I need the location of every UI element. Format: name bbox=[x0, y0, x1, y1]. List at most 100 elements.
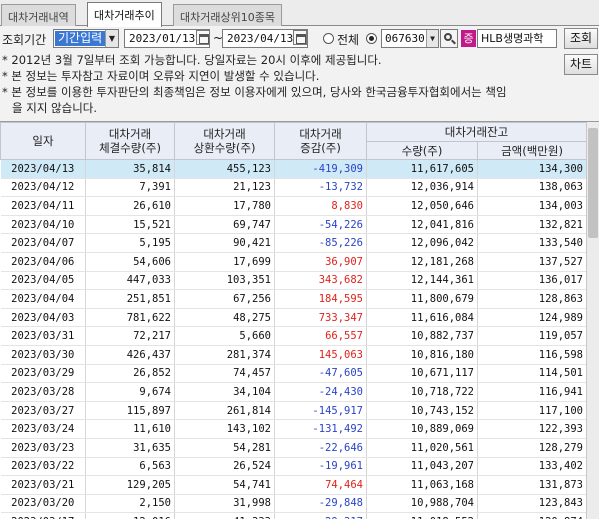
cell-balance-amount: 119,057 bbox=[477, 326, 588, 346]
cell-change: -85,226 bbox=[274, 233, 367, 253]
scope-all-radio[interactable] bbox=[323, 33, 334, 44]
calendar-icon[interactable] bbox=[293, 30, 307, 45]
query-toolbar: 조회기간 기간입력 ▼ 2023/01/13 ~ 2023/04/13 전체 0… bbox=[0, 27, 599, 51]
cell-date: 2023/04/13 bbox=[0, 159, 86, 179]
cell-change: 74,464 bbox=[274, 475, 367, 495]
cell-date: 2023/04/04 bbox=[0, 289, 86, 309]
cell-settle: 781,622 bbox=[85, 308, 175, 328]
cell-change: 8,830 bbox=[274, 196, 367, 216]
table-row[interactable]: 2023/04/10 15,521 69,747 -54,226 12,041,816 1… bbox=[0, 215, 588, 235]
cell-date: 2023/04/05 bbox=[0, 271, 86, 291]
cell-balance-amount: 116,598 bbox=[477, 345, 588, 365]
cell-settle: 251,851 bbox=[85, 289, 175, 309]
tab-lending-history[interactable]: 대차거래내역 bbox=[1, 4, 76, 26]
cell-balance-qty: 11,800,679 bbox=[366, 289, 478, 309]
tab-lending-top10[interactable]: 대차거래상위10종목 bbox=[173, 4, 282, 26]
cell-date: 2023/04/07 bbox=[0, 233, 86, 253]
cell-change: -419,309 bbox=[274, 159, 367, 179]
table-row[interactable]: 2023/03/31 72,217 5,660 66,557 10,882,737 119… bbox=[0, 326, 588, 346]
cell-balance-qty: 12,041,816 bbox=[366, 215, 478, 235]
stock-code-input[interactable]: 067630 ▼ bbox=[381, 29, 439, 48]
stock-search-button[interactable] bbox=[440, 29, 458, 48]
cell-balance-qty: 12,036,914 bbox=[366, 178, 478, 198]
cell-settle: 26,852 bbox=[85, 364, 175, 384]
cell-change: -29,848 bbox=[274, 494, 367, 514]
scope-stock-radio[interactable] bbox=[366, 33, 377, 44]
table-row[interactable]: 2023/04/11 26,610 17,780 8,830 12,050,646 134… bbox=[0, 196, 588, 216]
cell-date: 2023/03/23 bbox=[0, 438, 86, 458]
table-row[interactable]: 2023/04/05 447,033 103,351 343,682 12,144,36… bbox=[0, 271, 588, 291]
cell-settle: 7,391 bbox=[85, 178, 175, 198]
chart-button[interactable]: 차트 bbox=[564, 54, 598, 75]
cell-balance-amount: 128,863 bbox=[477, 289, 588, 309]
cell-repay: 54,741 bbox=[174, 475, 275, 495]
table-row[interactable]: 2023/04/06 54,606 17,699 36,907 12,181,268 13… bbox=[0, 252, 588, 272]
tab-lending-trend[interactable]: 대차거래추이 bbox=[87, 2, 162, 27]
cell-settle: 12,016 bbox=[85, 512, 175, 519]
table-row[interactable]: 2023/03/21 129,205 54,741 74,464 11,063,168 1… bbox=[0, 475, 588, 495]
cell-balance-qty: 12,181,268 bbox=[366, 252, 478, 272]
table-row[interactable]: 2023/03/1712,01641,333-29,31711,018,5521… bbox=[0, 512, 588, 519]
cell-settle: 31,635 bbox=[85, 438, 175, 458]
notice-line: * 본 정보는 투자참고 자료이며 오류와 지연이 발생할 수 있습니다. bbox=[2, 69, 320, 83]
table-row[interactable]: 2023/03/23 31,635 54,281 -22,646 11,020,561 1… bbox=[0, 438, 588, 458]
chevron-down-icon[interactable]: ▼ bbox=[105, 30, 118, 47]
table-row[interactable]: 2023/03/30 426,437 281,374 145,063 10,816,18… bbox=[0, 345, 588, 365]
cell-change: 343,682 bbox=[274, 271, 367, 291]
table-row[interactable]: 2023/03/20 2,150 31,998 -29,848 10,988,704 12… bbox=[0, 494, 588, 514]
table-row[interactable]: 2023/03/24 11,610 143,102 -131,492 10,889,06… bbox=[0, 419, 588, 439]
vertical-scrollbar[interactable] bbox=[586, 122, 599, 519]
cell-balance-qty: 11,018,552 bbox=[366, 512, 478, 519]
calendar-icon[interactable] bbox=[196, 30, 210, 45]
table-row[interactable]: 2023/03/22 6,563 26,524 -19,961 11,043,207 13… bbox=[0, 457, 588, 477]
cell-balance-qty: 10,889,069 bbox=[366, 419, 478, 439]
period-select[interactable]: 기간입력 ▼ bbox=[53, 29, 119, 48]
table-row[interactable]: 2023/04/03 781,622 48,275 733,347 11,616,084… bbox=[0, 308, 588, 328]
table-row[interactable]: 2023/04/13 35,814 455,123 -419,309 11,617,60… bbox=[0, 159, 588, 179]
header-date: 일자 bbox=[0, 122, 86, 160]
table-row[interactable]: 2023/03/27 115,897 261,814 -145,917 10,743,1… bbox=[0, 401, 588, 421]
cell-balance-qty: 10,671,117 bbox=[366, 364, 478, 384]
table-row[interactable]: 2023/04/12 7,391 21,123 -13,732 12,036,914 13… bbox=[0, 178, 588, 198]
cell-balance-amount: 133,540 bbox=[477, 233, 588, 253]
cell-balance-amount: 114,501 bbox=[477, 364, 588, 384]
cell-date: 2023/03/17 bbox=[0, 512, 86, 519]
table-row[interactable]: 2023/04/04 251,851 67,256 184,595 11,800,679… bbox=[0, 289, 588, 309]
cell-balance-qty: 12,144,361 bbox=[366, 271, 478, 291]
cell-balance-amount: 131,873 bbox=[477, 475, 588, 495]
cell-change: -47,605 bbox=[274, 364, 367, 384]
cell-date: 2023/03/30 bbox=[0, 345, 86, 365]
cell-settle: 11,610 bbox=[85, 419, 175, 439]
table-row[interactable]: 2023/04/07 5,195 90,421 -85,226 12,096,042 13… bbox=[0, 233, 588, 253]
cell-date: 2023/03/21 bbox=[0, 475, 86, 495]
cell-change: -145,917 bbox=[274, 401, 367, 421]
table-row[interactable]: 2023/03/29 26,852 74,457 -47,605 10,671,117 1… bbox=[0, 364, 588, 384]
chevron-down-icon[interactable]: ▼ bbox=[426, 30, 438, 47]
cell-repay: 69,747 bbox=[174, 215, 275, 235]
cell-balance-qty: 10,882,737 bbox=[366, 326, 478, 346]
cell-repay: 103,351 bbox=[174, 271, 275, 291]
stock-code-value: 067630 bbox=[385, 32, 425, 45]
search-button[interactable]: 조회 bbox=[564, 28, 598, 49]
cell-repay: 90,421 bbox=[174, 233, 275, 253]
header-settle-line1: 대차거래 bbox=[108, 127, 152, 141]
notice-line: 을 지지 않습니다. bbox=[12, 101, 98, 115]
cell-settle: 54,606 bbox=[85, 252, 175, 272]
cell-balance-qty: 11,043,207 bbox=[366, 457, 478, 477]
scrollbar-thumb[interactable] bbox=[588, 128, 598, 238]
header-balance-amount: 금액(백만원) bbox=[476, 141, 588, 160]
cell-repay: 281,374 bbox=[174, 345, 275, 365]
cell-date: 2023/03/22 bbox=[0, 457, 86, 477]
header-balance: 대차거래잔고 bbox=[365, 122, 588, 142]
table-row[interactable]: 2023/03/28 9,674 34,104 -24,430 10,718,722 11… bbox=[0, 382, 588, 402]
cell-balance-amount: 116,941 bbox=[477, 382, 588, 402]
cell-balance-amount: 122,393 bbox=[477, 419, 588, 439]
cell-settle: 447,033 bbox=[85, 271, 175, 291]
cell-repay: 34,104 bbox=[174, 382, 275, 402]
period-label: 조회기간 bbox=[2, 33, 47, 47]
cell-date: 2023/03/27 bbox=[0, 401, 86, 421]
cell-change: 36,907 bbox=[274, 252, 367, 272]
header-change-line1: 대차거래 bbox=[299, 127, 342, 141]
cell-balance-amount: 138,063 bbox=[477, 178, 588, 198]
cell-repay: 26,524 bbox=[174, 457, 275, 477]
